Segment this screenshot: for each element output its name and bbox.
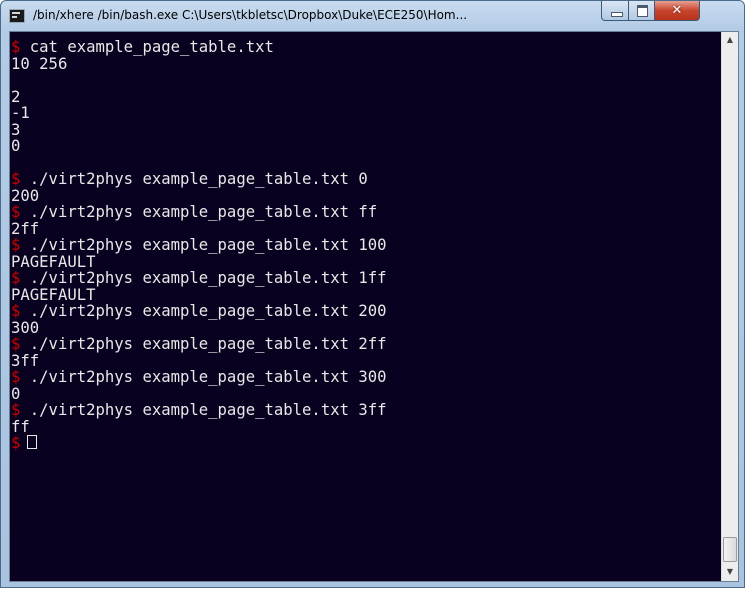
window-title: /bin/xhere /bin/bash.exe C:\Users\tkblet… (33, 8, 468, 22)
command-text: cat example_page_table.txt (20, 38, 274, 56)
output-line: PAGEFAULT (11, 285, 387, 304)
prompt-symbol: $ (11, 38, 21, 56)
minimize-icon (611, 12, 623, 17)
command-line: $ ./virt2phys example_page_table.txt 0 (11, 171, 387, 188)
prompt-symbol: $ (11, 368, 21, 386)
output-text: -1 (11, 104, 30, 122)
command-line: $ cat example_page_table.txt (11, 39, 387, 56)
output-line: 0 (11, 138, 387, 155)
scroll-up-arrow-icon[interactable]: ▲ (722, 32, 738, 48)
output-text: ff (11, 417, 30, 436)
output-line: PAGEFAULT (11, 252, 387, 271)
output-text: 2ff (11, 219, 40, 238)
output-line: 2 (11, 87, 387, 106)
prompt-symbol: $ (11, 236, 21, 254)
output-line (11, 72, 387, 89)
prompt-symbol: $ (11, 434, 21, 452)
prompt-symbol: $ (11, 335, 21, 353)
prompt-symbol: $ (11, 170, 21, 188)
command-line: $ ./virt2phys example_page_table.txt ff (11, 204, 387, 221)
output-text: 0 (11, 384, 21, 403)
vertical-scrollbar[interactable]: ▲ ▼ (721, 32, 738, 581)
prompt-symbol: $ (11, 302, 21, 320)
command-line: $ ./virt2phys example_page_table.txt 2ff (11, 336, 387, 353)
command-line: $ ./virt2phys example_page_table.txt 1ff (11, 270, 387, 287)
output-text: 300 (11, 318, 40, 337)
prompt-symbol: $ (11, 269, 21, 287)
terminal-output[interactable]: $ cat example_page_table.txt 10 256 2 -1 3 0 $… (10, 32, 721, 581)
output-line: 3ff (11, 351, 387, 370)
command-text: ./virt2phys example_page_table.txt ff (20, 203, 378, 221)
command-text: ./virt2phys example_page_table.txt 300 (20, 368, 387, 386)
output-text: 0 (11, 137, 21, 155)
command-line: $ (11, 435, 387, 452)
output-line: 10 256 (11, 54, 387, 73)
command-text: ./virt2phys example_page_table.txt 200 (20, 302, 387, 320)
command-line: $ ./virt2phys example_page_table.txt 3ff (11, 402, 387, 419)
command-text: ./virt2phys example_page_table.txt 1ff (20, 269, 387, 287)
output-line: 200 (11, 186, 387, 205)
output-text: 200 (11, 186, 40, 205)
close-button[interactable]: ✕ (654, 1, 700, 21)
title-bar[interactable]: /bin/xhere /bin/bash.exe C:\Users\tkblet… (1, 1, 744, 31)
command-line: $ ./virt2phys example_page_table.txt 100 (11, 237, 387, 254)
maximize-icon (637, 5, 648, 17)
output-line: 2ff (11, 219, 387, 238)
scroll-down-arrow-icon[interactable]: ▼ (722, 564, 738, 580)
output-line: ff (11, 417, 387, 436)
output-line: -1 (11, 105, 387, 122)
output-text: PAGEFAULT (11, 285, 96, 304)
minimize-button[interactable] (601, 1, 629, 21)
output-text: 2 (11, 87, 21, 106)
scroll-thumb[interactable] (723, 537, 737, 562)
terminal-window: /bin/xhere /bin/bash.exe C:\Users\tkblet… (0, 0, 745, 588)
output-line: 3 (11, 120, 387, 139)
output-text: 3 (11, 120, 21, 139)
output-text: 3ff (11, 351, 40, 370)
output-line: 300 (11, 318, 387, 337)
command-line: $ ./virt2phys example_page_table.txt 300 (11, 369, 387, 386)
command-text: ./virt2phys example_page_table.txt 0 (20, 170, 368, 188)
command-text: ./virt2phys example_page_table.txt 2ff (20, 335, 387, 353)
prompt-symbol: $ (11, 203, 21, 221)
terminal-client-area: $ cat example_page_table.txt 10 256 2 -1 3 0 $… (9, 31, 739, 582)
command-text: ./virt2phys example_page_table.txt 100 (20, 236, 387, 254)
output-text: 10 256 (11, 54, 68, 73)
text-cursor (27, 435, 38, 449)
command-text: ./virt2phys example_page_table.txt 3ff (20, 401, 387, 419)
command-line: $ ./virt2phys example_page_table.txt 200 (11, 303, 387, 320)
output-line: 0 (11, 384, 387, 403)
maximize-button[interactable] (628, 1, 655, 21)
prompt-symbol: $ (11, 401, 21, 419)
output-text: PAGEFAULT (11, 252, 96, 271)
terminal-app-icon[interactable] (9, 9, 25, 23)
terminal-lines: $ cat example_page_table.txt 10 256 2 -1 3 0 $… (11, 39, 387, 452)
close-icon: ✕ (671, 3, 683, 18)
output-line (11, 155, 387, 172)
